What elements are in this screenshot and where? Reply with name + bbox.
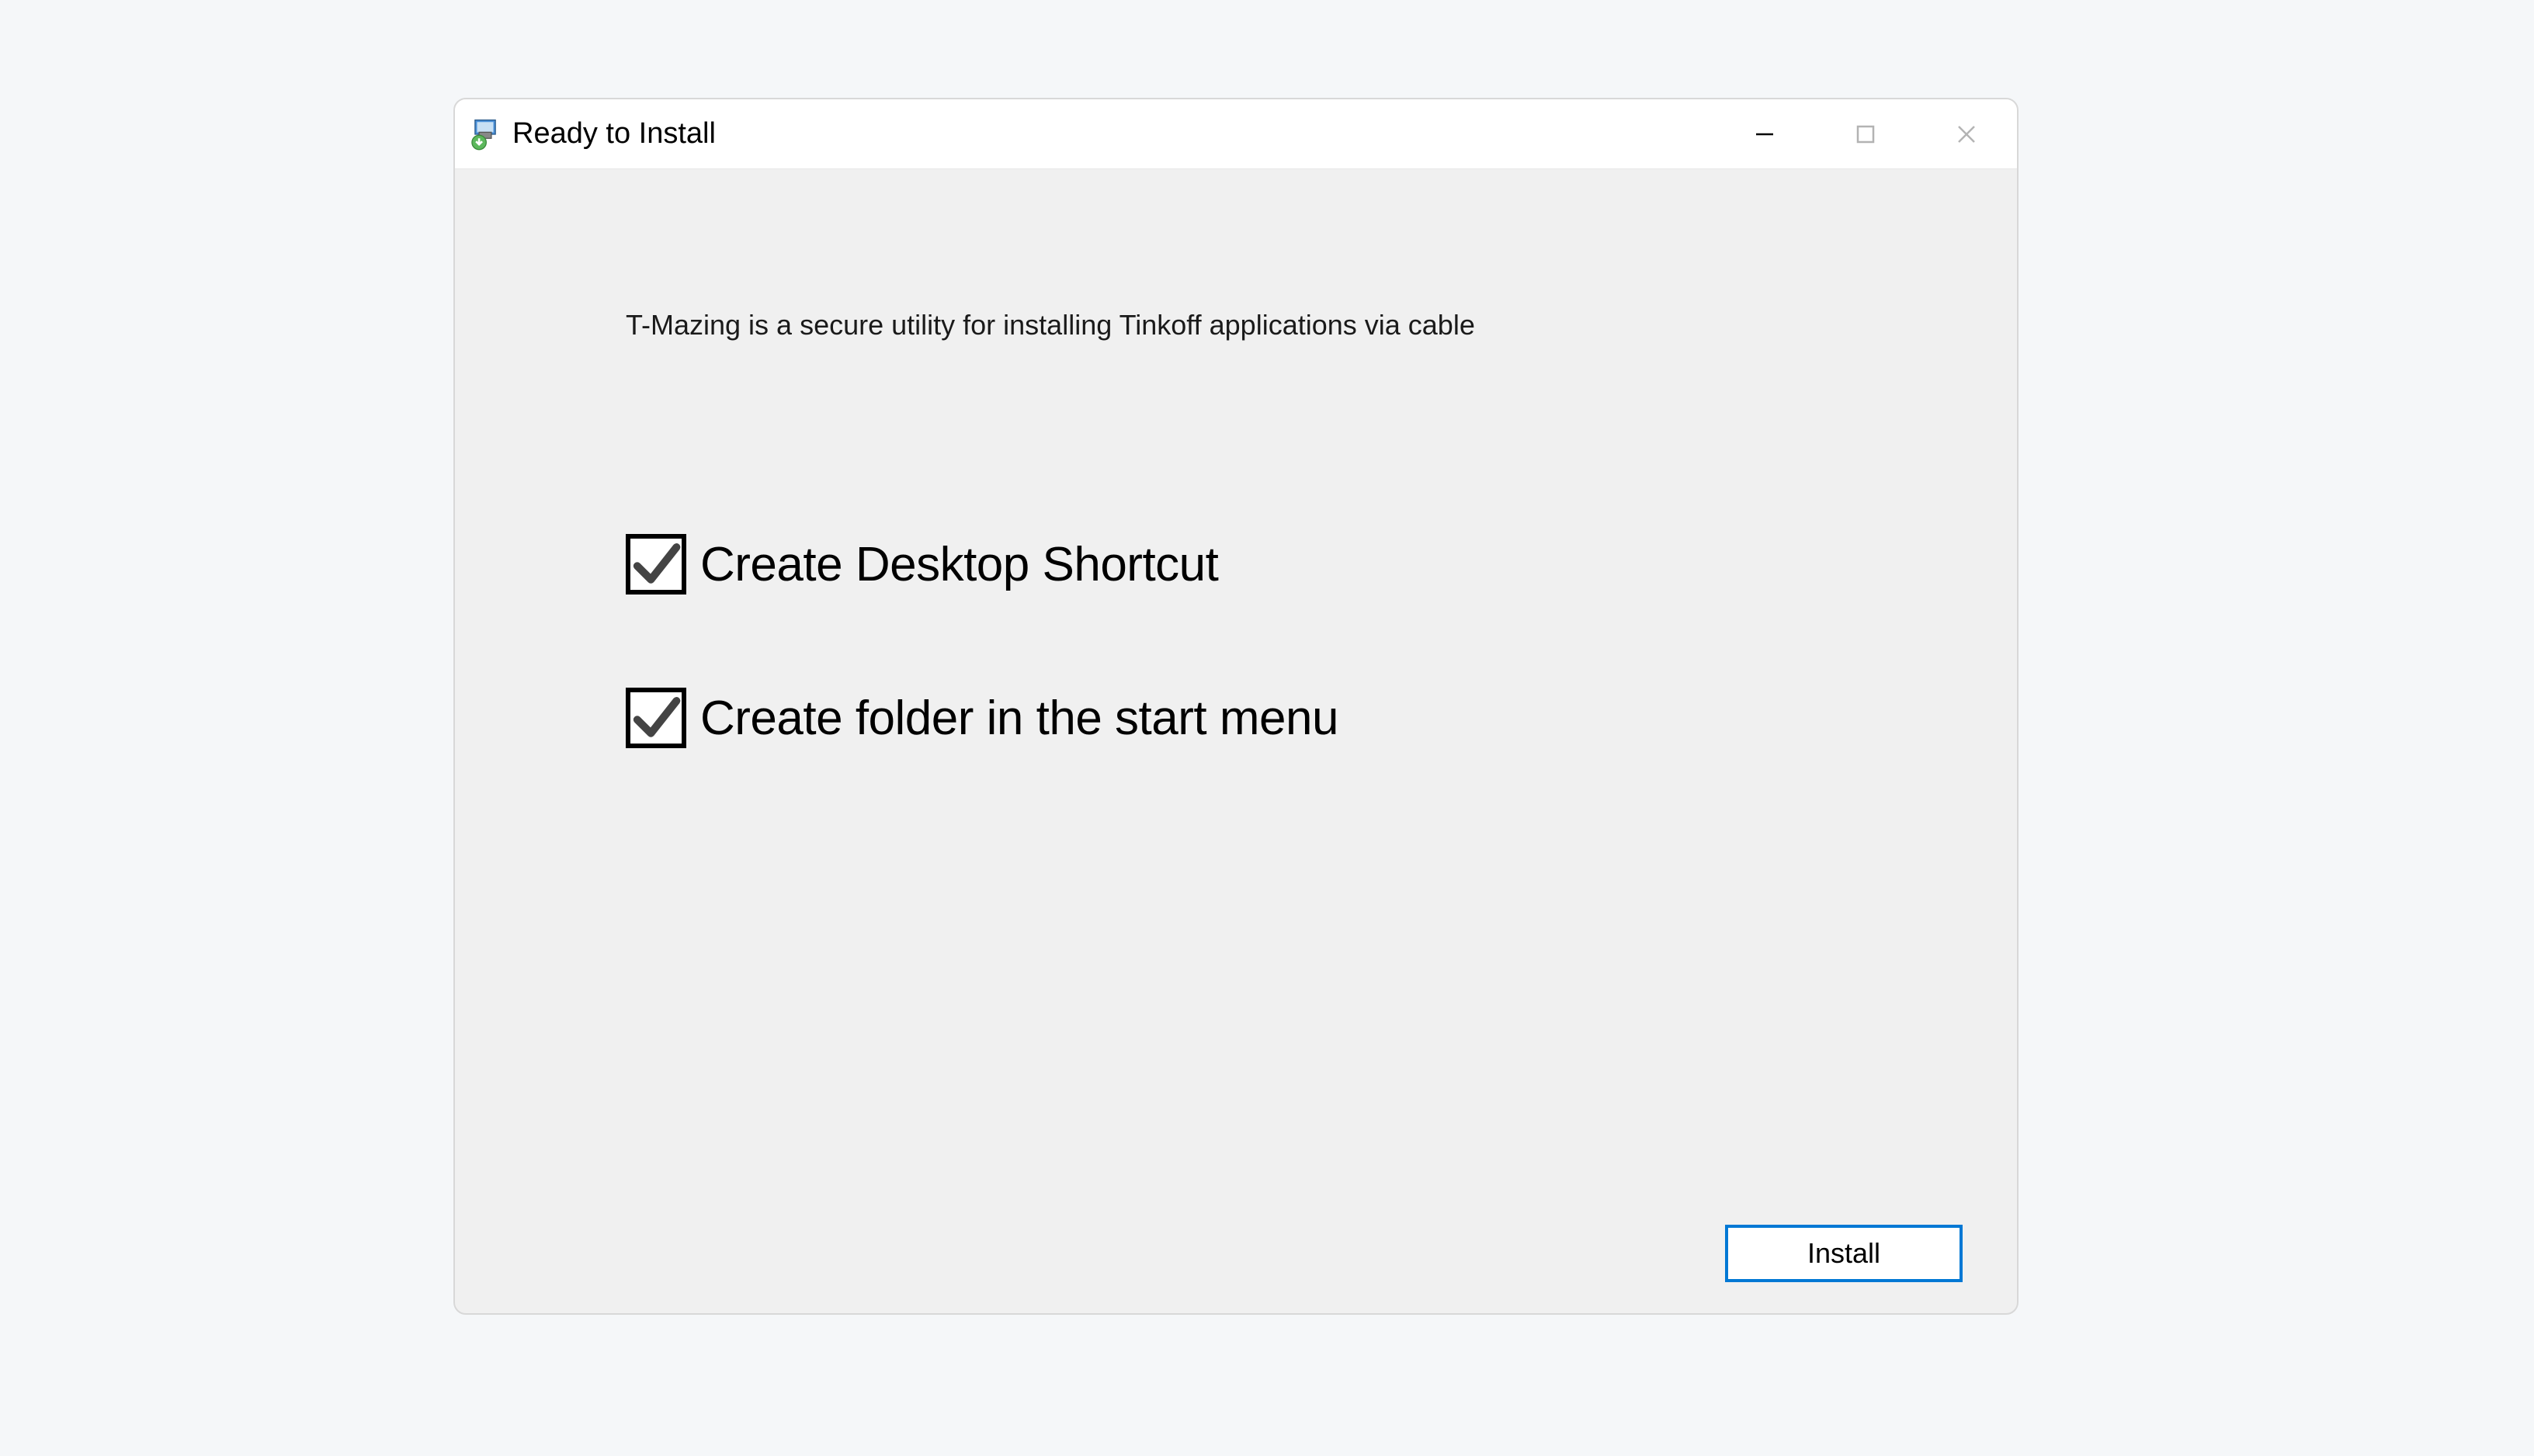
- minimize-button[interactable]: [1714, 99, 1815, 168]
- window-title: Ready to Install: [512, 117, 1714, 151]
- checkbox-desktop-shortcut[interactable]: [626, 534, 686, 595]
- option-start-menu-folder[interactable]: Create folder in the start menu: [626, 688, 1338, 748]
- option-label: Create folder in the start menu: [700, 691, 1338, 746]
- titlebar: Ready to Install: [455, 99, 2017, 169]
- option-desktop-shortcut[interactable]: Create Desktop Shortcut: [626, 534, 1338, 595]
- description-text: T-Mazing is a secure utility for install…: [626, 309, 1475, 341]
- install-button[interactable]: Install: [1725, 1225, 1963, 1282]
- window-controls: [1714, 99, 2017, 168]
- maximize-button: [1815, 99, 1916, 168]
- option-label: Create Desktop Shortcut: [700, 537, 1218, 592]
- installer-icon: [469, 118, 502, 151]
- close-button: [1916, 99, 2017, 168]
- installer-window: Ready to Install T-Mazing is a secure ut…: [453, 98, 2019, 1315]
- checkbox-start-menu-folder[interactable]: [626, 688, 686, 748]
- options-group: Create Desktop Shortcut Create folder in…: [626, 534, 1338, 841]
- content-area: T-Mazing is a secure utility for install…: [455, 169, 2017, 1313]
